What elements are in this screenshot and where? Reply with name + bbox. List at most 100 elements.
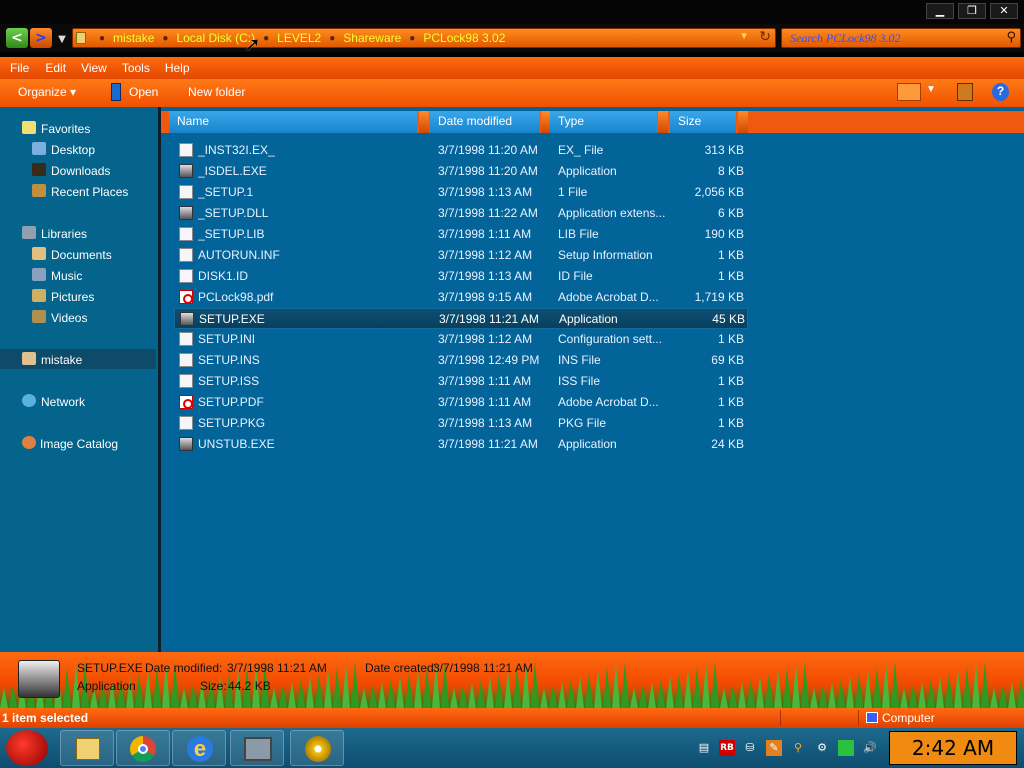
menu-help[interactable]: Help xyxy=(165,57,190,79)
taskbar-explorer-button[interactable] xyxy=(60,730,114,766)
tray-usb-icon[interactable]: ⛁ xyxy=(742,740,758,756)
breadcrumb-separator-icon[interactable]: ● xyxy=(162,33,168,44)
open-button[interactable]: Open xyxy=(129,85,158,99)
menu-view[interactable]: View xyxy=(81,57,107,79)
file-row[interactable]: SETUP.PKG 3/7/1998 1:13 AM PKG File 1 KB xyxy=(174,413,748,434)
taskbar-ie-button[interactable]: e xyxy=(172,730,226,766)
column-divider[interactable] xyxy=(658,111,668,133)
search-input[interactable]: Search PCLock98 3.02 ⚲ xyxy=(781,28,1021,48)
file-row[interactable]: _SETUP.LIB 3/7/1998 1:11 AM LIB File 190 KB xyxy=(174,224,748,245)
taskbar-disc-button[interactable] xyxy=(290,730,344,766)
restore-button[interactable]: ❐ xyxy=(958,3,986,19)
refresh-icon[interactable]: ↻ xyxy=(759,29,771,45)
breadcrumb-separator-icon[interactable]: ● xyxy=(263,33,269,44)
file-row[interactable]: _ISDEL.EXE 3/7/1998 11:20 AM Application 8 … xyxy=(174,161,748,182)
grass-blade xyxy=(495,673,503,708)
menu-edit[interactable]: Edit xyxy=(45,57,66,79)
breadcrumb-separator-icon[interactable]: ● xyxy=(329,33,335,44)
grass-blade xyxy=(666,676,674,708)
nav-desktop[interactable]: Desktop xyxy=(51,143,95,157)
file-row[interactable]: PCLock98.pdf 3/7/1998 9:15 AM Adobe Acroba… xyxy=(174,287,748,308)
nav-recent-places[interactable]: Recent Places xyxy=(51,185,128,199)
breadcrumb-item[interactable]: LEVEL2 xyxy=(277,31,321,45)
nav-favorites[interactable]: Favorites xyxy=(41,122,90,136)
file-row[interactable]: SETUP.EXE 3/7/1998 11:21 AM Application 45 … xyxy=(174,308,748,329)
grass-blade xyxy=(990,688,998,708)
back-button[interactable]: < xyxy=(6,28,28,48)
file-row[interactable]: SETUP.INI 3/7/1998 1:12 AM Configuration s… xyxy=(174,329,748,350)
file-row[interactable]: _SETUP.DLL 3/7/1998 11:22 AM Application e… xyxy=(174,203,748,224)
menu-tools[interactable]: Tools xyxy=(122,57,150,79)
file-size: 1 KB xyxy=(717,374,744,388)
file-row[interactable]: _SETUP.1 3/7/1998 1:13 AM 1 File 2,056 KB xyxy=(174,182,748,203)
column-date-modified[interactable]: Date modified xyxy=(430,111,540,133)
breadcrumb-separator-icon[interactable]: ● xyxy=(409,33,415,44)
file-type: Application extens... xyxy=(558,206,666,220)
start-button-angry-bird-icon[interactable] xyxy=(6,730,48,766)
taskbar-chrome-button[interactable] xyxy=(116,730,170,766)
details-size: 44.2 KB xyxy=(228,679,271,693)
view-dropdown-icon[interactable]: ▼ xyxy=(926,84,936,95)
breadcrumb-item[interactable]: mistake xyxy=(113,31,154,45)
volume-icon[interactable]: 🔊 xyxy=(862,740,878,756)
nav-libraries[interactable]: Libraries xyxy=(41,227,87,241)
help-icon[interactable]: ? xyxy=(992,83,1009,101)
column-divider[interactable] xyxy=(738,111,748,133)
details-pane: SETUP.EXE Date modified: 3/7/1998 11:21 … xyxy=(0,652,1024,708)
file-row[interactable]: _INST32I.EX_ 3/7/1998 11:20 AM EX_ File 313… xyxy=(174,140,748,161)
file-row[interactable]: SETUP.ISS 3/7/1998 1:11 AM ISS File 1 KB xyxy=(174,371,748,392)
breadcrumb-item[interactable]: PCLock98 3.02 xyxy=(423,31,505,45)
grass-blade xyxy=(549,685,557,708)
nav-downloads[interactable]: Downloads xyxy=(51,164,110,178)
grass-blade xyxy=(810,688,818,708)
tray-device-icon[interactable]: ▤ xyxy=(696,740,712,756)
nav-image-catalog[interactable]: Image Catalog xyxy=(40,437,118,451)
nav-documents[interactable]: Documents xyxy=(51,248,112,262)
nav-user-mistake[interactable]: mistake xyxy=(41,353,82,367)
menu-file[interactable]: File xyxy=(10,57,29,79)
column-divider[interactable] xyxy=(419,111,429,133)
address-bar[interactable]: ● mistake ● Local Disk (C:) ● LEVEL2 ● S… xyxy=(72,28,776,48)
file-row[interactable]: DISK1.ID 3/7/1998 1:13 AM ID File 1 KB xyxy=(174,266,748,287)
breadcrumb-separator-icon[interactable]: ● xyxy=(99,33,105,44)
forward-button[interactable]: > xyxy=(30,28,52,48)
disc-icon xyxy=(305,736,331,762)
column-size[interactable]: Size xyxy=(670,111,736,133)
file-date-modified: 3/7/1998 11:20 AM xyxy=(438,164,538,178)
tray-network-icon[interactable] xyxy=(838,740,854,756)
file-row[interactable]: SETUP.PDF 3/7/1998 1:11 AM Adobe Acrobat D… xyxy=(174,392,748,413)
file-row[interactable]: SETUP.INS 3/7/1998 12:49 PM INS File 69 KB xyxy=(174,350,748,371)
breadcrumb-item[interactable]: Shareware xyxy=(343,31,401,45)
taskbar-app-button[interactable] xyxy=(230,730,284,766)
grass-blade xyxy=(972,664,980,708)
grass-blade xyxy=(594,670,602,708)
preview-pane-icon[interactable] xyxy=(957,83,973,101)
tray-app-icon[interactable]: ✎ xyxy=(766,740,782,756)
network-icon xyxy=(22,394,36,407)
organize-button[interactable]: Organize ▾ xyxy=(18,85,76,99)
nav-videos[interactable]: Videos xyxy=(51,311,87,325)
file-row[interactable]: UNSTUB.EXE 3/7/1998 11:21 AM Application 24… xyxy=(174,434,748,455)
new-folder-button[interactable]: New folder xyxy=(188,85,245,99)
recent-pages-button[interactable]: ▼ xyxy=(56,30,68,50)
column-name[interactable]: Name xyxy=(169,111,417,133)
nav-network[interactable]: Network xyxy=(41,395,85,409)
tray-search-icon[interactable]: ⚲ xyxy=(790,740,806,756)
minimize-button[interactable]: ▁ xyxy=(926,3,954,19)
address-dropdown-icon[interactable]: ▼ xyxy=(739,31,749,42)
file-name: SETUP.ISS xyxy=(198,374,260,388)
file-row[interactable]: AUTORUN.INF 3/7/1998 1:12 AM Setup Informa… xyxy=(174,245,748,266)
search-icon[interactable]: ⚲ xyxy=(1006,30,1016,45)
document-file-icon xyxy=(179,143,193,157)
taskbar-clock[interactable]: 2:42 AM xyxy=(889,731,1017,765)
close-button[interactable]: ✕ xyxy=(990,3,1018,19)
column-type[interactable]: Type xyxy=(550,111,657,133)
view-options-icon[interactable] xyxy=(897,83,921,101)
file-size: 1 KB xyxy=(717,395,744,409)
tray-rb-icon[interactable]: RB xyxy=(719,740,735,756)
grass-blade xyxy=(747,679,755,708)
tray-update-icon[interactable]: ⚙ xyxy=(814,740,830,756)
nav-pictures[interactable]: Pictures xyxy=(51,290,94,304)
nav-music[interactable]: Music xyxy=(51,269,82,283)
grass-blade xyxy=(891,661,899,708)
